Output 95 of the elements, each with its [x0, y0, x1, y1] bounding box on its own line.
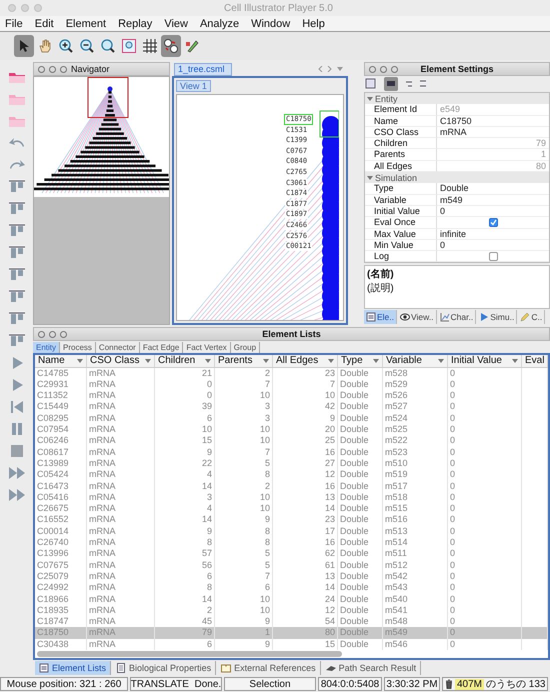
property-label: CSO Class: [365, 126, 437, 138]
status-message: TRANSLATE Done.: [130, 677, 222, 691]
table-row[interactable]: C25079 mRNA 6 7 13 Double m542 0: [35, 570, 548, 582]
table-row[interactable]: C30438 mRNA 6 9 15 Double m546 0: [35, 638, 548, 650]
memory-text: のうちの 133: [486, 678, 546, 691]
table-row[interactable]: C14785 mRNA 21 2 23 Double m528 0: [35, 368, 548, 379]
property-label: Type: [365, 183, 437, 195]
column-header[interactable]: All Edges: [273, 355, 338, 367]
menu-item[interactable]: File: [5, 18, 23, 30]
panel-tab[interactable]: Char..: [438, 310, 476, 324]
property-label: Name: [365, 116, 437, 127]
table-row[interactable]: C24992 mRNA 8 6 14 Double m543 0: [35, 582, 548, 594]
table-row[interactable]: C16473 mRNA 14 2 16 Double m517 0: [35, 480, 548, 492]
menu-item[interactable]: Help: [302, 18, 325, 30]
column-header[interactable]: Parents: [215, 355, 273, 367]
table-cell: 15: [273, 638, 338, 650]
table-row[interactable]: C26740 mRNA 8 8 16 Double m514 0: [35, 537, 548, 548]
bottom-tab[interactable]: Element Lists: [35, 661, 112, 675]
column-header[interactable]: Name: [35, 355, 87, 367]
memory-used: 407M: [455, 678, 484, 690]
menu-item[interactable]: Edit: [34, 18, 54, 30]
table-cell: mRNA: [87, 638, 155, 650]
property-label: Max Value: [365, 228, 437, 240]
window-title: Cell Illustrator Player 5.0: [223, 2, 334, 14]
section-header[interactable]: Simulation: [365, 172, 549, 184]
panel-title: Navigator: [71, 64, 110, 74]
bottom-tab[interactable]: Biological Properties: [112, 661, 216, 675]
table-row[interactable]: C18935 mRNA 2 10 12 Double m541 0: [35, 604, 548, 616]
table-row[interactable]: C05416 mRNA 3 10 13 Double m518 0: [35, 492, 548, 504]
table-cell: C30438: [35, 638, 87, 650]
property-label: Eval Once: [365, 217, 437, 229]
view-tab[interactable]: View 1: [176, 80, 211, 92]
column-header[interactable]: Eval: [522, 355, 548, 367]
table-row[interactable]: C00014 mRNA 9 8 17 Double m513 0: [35, 526, 548, 538]
table-cell: 0: [448, 638, 522, 650]
table-row[interactable]: C13996 mRNA 57 5 62 Double m511 0: [35, 548, 548, 560]
table-row[interactable]: C07954 mRNA 10 10 20 Double m525 0: [35, 424, 548, 436]
property-value[interactable]: Double: [437, 183, 549, 195]
table-row[interactable]: C29931 mRNA 0 7 7 Double m529 0: [35, 378, 548, 390]
table-row[interactable]: C08295 mRNA 6 3 9 Double m524 0: [35, 412, 548, 424]
panel-tab[interactable]: View..: [398, 310, 437, 324]
section-header[interactable]: Entity: [365, 93, 549, 104]
list-tab[interactable]: Entity: [33, 342, 60, 352]
column-header[interactable]: Children: [155, 355, 215, 367]
table-row[interactable]: C18966 mRNA 14 10 24 Double m540 0: [35, 594, 548, 605]
mode-indicator: Selection: [224, 677, 316, 691]
property-value[interactable]: infinite: [437, 228, 549, 240]
document-tab[interactable]: 1_tree.csml: [174, 62, 232, 76]
property-value[interactable]: C18750: [437, 116, 549, 127]
table-cell: Double: [338, 638, 383, 650]
property-label: Children: [365, 138, 437, 150]
column-header[interactable]: Initial Value: [448, 355, 522, 367]
name-text: (名前): [367, 268, 395, 282]
table-row[interactable]: C13989 mRNA 22 5 27 Double m510 0: [35, 458, 548, 470]
table-row[interactable]: C07675 mRNA 56 5 61 Double m512 0: [35, 560, 548, 571]
panel-title: Element Settings: [419, 64, 494, 74]
table-row[interactable]: C26675 mRNA 4 10 14 Double m515 0: [35, 503, 548, 514]
table-row[interactable]: C11352 mRNA 0 10 10 Double m526 0: [35, 390, 548, 402]
table-row[interactable]: C18747 mRNA 45 9 54 Double m548 0: [35, 616, 548, 628]
column-header[interactable]: CSO Class: [87, 355, 155, 367]
menu-item[interactable]: View: [164, 18, 188, 30]
property-label: Log: [365, 251, 437, 262]
table-row[interactable]: C16552 mRNA 14 9 23 Double m516 0: [35, 514, 548, 526]
menu-item[interactable]: Analyze: [200, 18, 240, 30]
bottom-tab[interactable]: External References: [217, 661, 321, 675]
bottom-tab[interactable]: Path Search Result: [322, 661, 422, 675]
table-row[interactable]: C15449 mRNA 39 3 42 Double m527 0: [35, 401, 548, 413]
panel-title: Element Lists: [261, 329, 322, 339]
mouse-position: Mouse position: 321 : 260: [0, 677, 128, 691]
property-value[interactable]: 0: [437, 206, 549, 218]
table-row[interactable]: C05424 mRNA 4 8 12 Double m519 0: [35, 469, 548, 481]
property-label: Variable: [365, 194, 437, 206]
table-cell: 9: [215, 638, 273, 650]
table-row[interactable]: C08617 mRNA 9 7 16 Double m523 0: [35, 446, 548, 458]
property-label: Min Value: [365, 240, 437, 252]
property-label: Initial Value: [365, 206, 437, 218]
element-counts: 804:0:0:5408: [318, 677, 382, 691]
table-row[interactable]: C06246 mRNA 15 10 25 Double m522 0: [35, 435, 548, 447]
menu-item[interactable]: Window: [251, 18, 290, 30]
clock: 3:30:32 PM: [384, 677, 440, 691]
property-value[interactable]: m549: [437, 194, 549, 206]
menu-item[interactable]: Element: [66, 18, 106, 30]
panel-tab[interactable]: Simu..: [477, 310, 518, 324]
column-header[interactable]: Variable: [383, 355, 448, 367]
property-label: Element Id: [365, 104, 437, 116]
description-text: (説明): [367, 282, 395, 296]
menu-item[interactable]: Replay: [118, 18, 152, 30]
panel-tab[interactable]: C..: [518, 310, 546, 324]
panel-tab[interactable]: Ele..: [364, 310, 398, 324]
property-value[interactable]: 0: [437, 240, 549, 252]
property-label: Parents: [365, 149, 437, 161]
column-header[interactable]: Type: [338, 355, 383, 367]
table-cell: 6: [155, 638, 215, 650]
table-cell: m546: [383, 638, 448, 650]
property-value[interactable]: mRNA: [437, 126, 549, 138]
